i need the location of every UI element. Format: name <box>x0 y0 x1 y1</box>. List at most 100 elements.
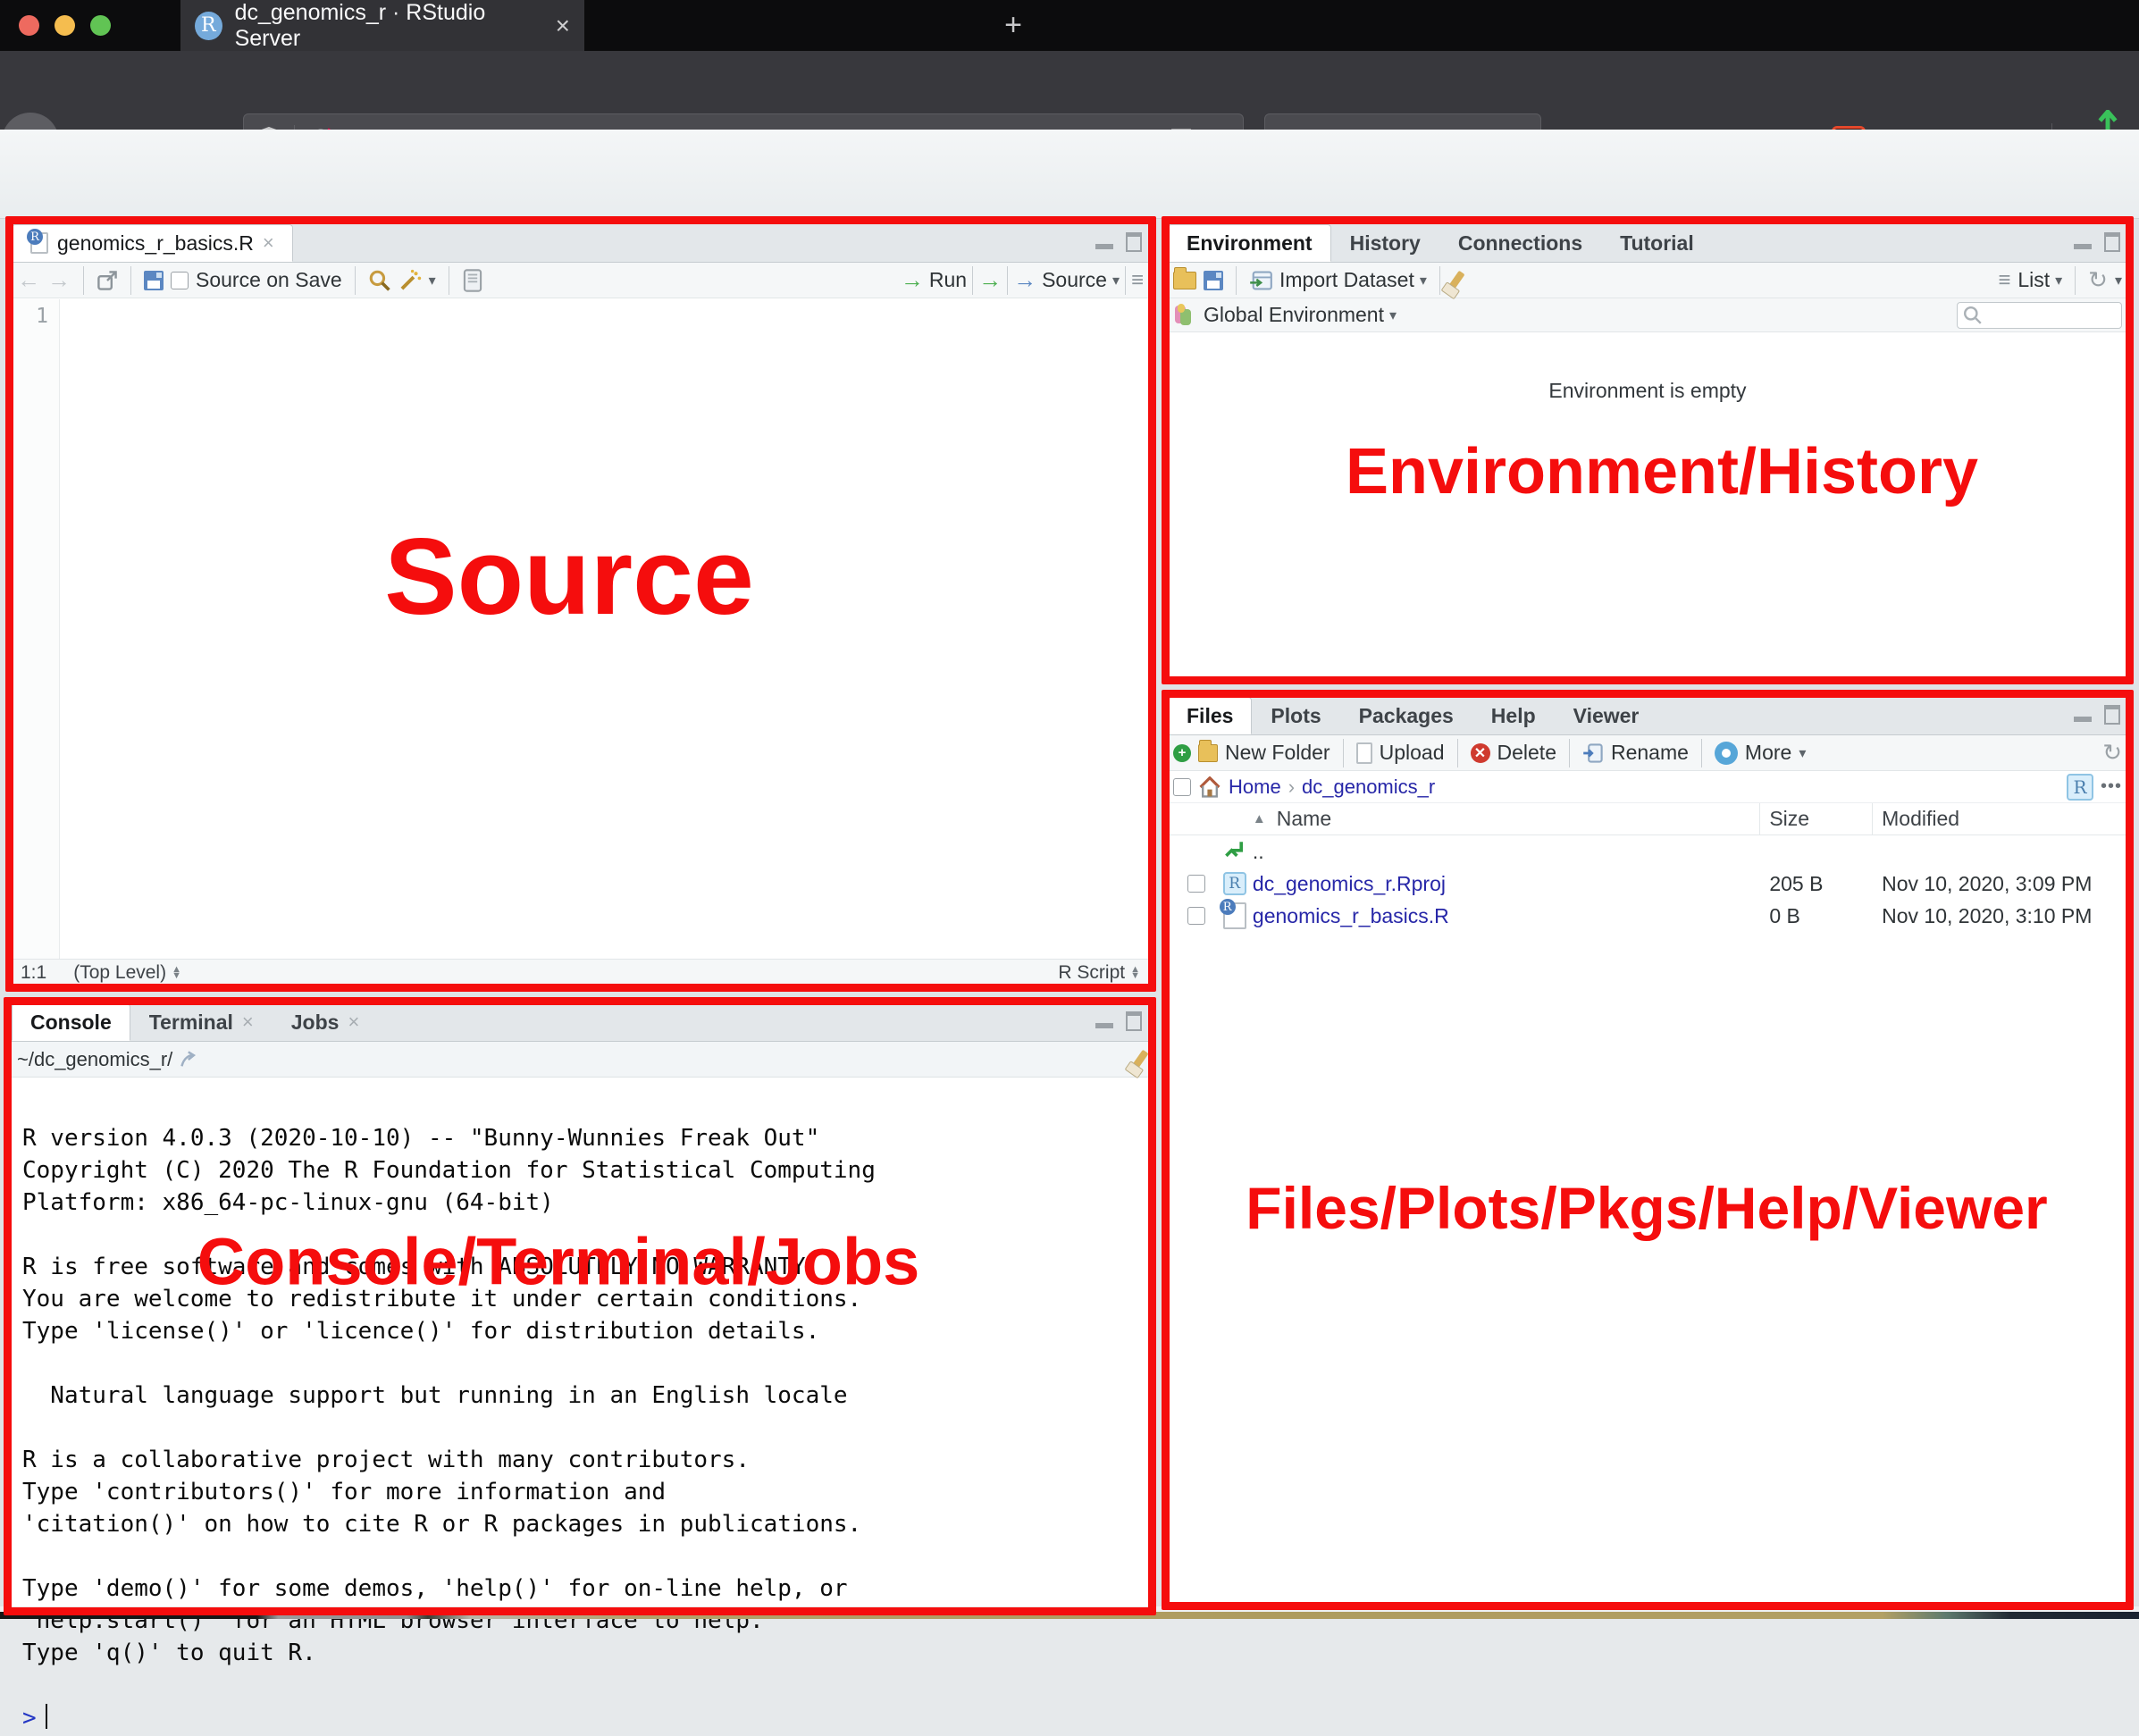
console-header: ~/dc_genomics_r/ <box>8 1042 1153 1078</box>
tab-console[interactable]: Console <box>12 1003 130 1041</box>
file-row-rproj[interactable]: R dc_genomics_r.Rproj 205 B Nov 10, 2020… <box>1164 868 2131 900</box>
clear-console-icon[interactable] <box>1131 1049 1148 1069</box>
window-minimize-button[interactable] <box>55 15 75 36</box>
console-line: Natural language support but running in … <box>22 1382 1153 1414</box>
console-line: R is a collaborative project with many c… <box>22 1447 1153 1479</box>
minimize-pane-button[interactable] <box>2074 708 2092 722</box>
cursor-position: 1:1 <box>21 962 46 984</box>
file-name[interactable]: .. <box>1253 840 1264 864</box>
column-modified[interactable]: Modified <box>1872 803 2131 835</box>
path-overflow-button[interactable]: ••• <box>2101 776 2122 797</box>
source-tab-close-icon[interactable]: × <box>263 231 274 255</box>
rename-button[interactable]: Rename <box>1582 741 1689 765</box>
tab-history[interactable]: History <box>1331 224 1439 262</box>
load-workspace-icon[interactable] <box>1173 272 1196 289</box>
refresh-environment-icon[interactable]: ↻ <box>2088 266 2108 294</box>
list-view-selector[interactable]: ≡ List ▾ <box>1998 268 2062 293</box>
filetype-selector[interactable]: R Script ▲▼ <box>1058 962 1140 984</box>
jobs-close-icon[interactable]: × <box>348 1011 359 1034</box>
environment-pane: Environment History Connections Tutorial… <box>1163 221 2132 682</box>
more-button[interactable]: More ▾ <box>1715 741 1806 765</box>
tab-tutorial[interactable]: Tutorial <box>1601 224 1713 262</box>
refresh-caret[interactable]: ▾ <box>2115 272 2122 289</box>
tab-close-icon[interactable]: × <box>556 12 570 40</box>
file-checkbox[interactable] <box>1187 907 1205 925</box>
line-number: 1 <box>36 305 48 328</box>
file-name[interactable]: genomics_r_basics.R <box>1253 904 1449 928</box>
run-label: Run <box>929 268 967 292</box>
breadcrumb-separator: › <box>1288 776 1295 799</box>
tab-environment[interactable]: Environment <box>1168 224 1331 262</box>
source-button[interactable]: → Source ▾ <box>1013 266 1120 294</box>
environment-scope-selector[interactable]: Global Environment ▾ <box>1204 303 1397 327</box>
open-in-window-icon[interactable] <box>96 270 118 291</box>
new-tab-button[interactable]: + <box>994 7 1033 43</box>
console-line: Type 'demo()' for some demos, 'help()' f… <box>22 1575 1153 1607</box>
tab-files[interactable]: Files <box>1168 697 1252 734</box>
project-context-icon: R <box>2067 774 2093 801</box>
import-dataset-button[interactable]: Import Dataset ▾ <box>1279 268 1427 292</box>
maximize-pane-button[interactable] <box>1126 1011 1142 1031</box>
desktop-strip <box>0 1612 2139 1619</box>
breadcrumb-project[interactable]: dc_genomics_r <box>1302 776 1435 799</box>
file-checkbox[interactable] <box>1187 875 1205 893</box>
import-dataset-icon[interactable] <box>1249 270 1272 291</box>
environment-search-box[interactable] <box>1957 302 2122 329</box>
source-on-save-checkbox[interactable] <box>171 272 189 289</box>
goto-directory-icon[interactable] <box>180 1051 199 1069</box>
editor-gutter: 1 <box>8 299 60 959</box>
console-line: Type 'q()' to quit R. <box>22 1640 1153 1672</box>
select-all-checkbox[interactable] <box>1173 778 1191 796</box>
rerun-icon[interactable]: → <box>978 266 1002 294</box>
tab-title: dc_genomics_r · RStudio Server <box>235 0 543 52</box>
tab-help[interactable]: Help <box>1472 697 1555 734</box>
source-pane: genomics_r_basics.R × ← → Source on Save… <box>7 221 1153 986</box>
document-outline-icon[interactable]: ≡ <box>1131 268 1144 293</box>
find-replace-icon[interactable] <box>368 269 391 292</box>
nav-forward-icon[interactable]: → <box>47 266 71 294</box>
maximize-pane-button[interactable] <box>2104 232 2120 252</box>
browser-tab[interactable]: R dc_genomics_r · RStudio Server × <box>180 0 584 51</box>
file-row-up[interactable]: .. <box>1164 835 2131 868</box>
source-file-tab[interactable]: genomics_r_basics.R × <box>12 224 293 262</box>
editor-area[interactable] <box>60 299 1153 959</box>
file-row-rscript[interactable]: genomics_r_basics.R 0 B Nov 10, 2020, 3:… <box>1164 900 2131 932</box>
code-tools-wand-icon[interactable] <box>398 269 422 292</box>
nav-back-icon[interactable]: ← <box>17 266 40 294</box>
minimize-pane-button[interactable] <box>1095 235 1113 249</box>
console-line: Platform: x86_64-pc-linux-gnu (64-bit) <box>22 1189 1153 1221</box>
clear-environment-icon[interactable] <box>1447 270 1464 290</box>
console-output[interactable]: R version 4.0.3 (2020-10-10) -- "Bunny-W… <box>8 1114 1153 1614</box>
save-source-button[interactable] <box>144 271 164 290</box>
delete-button[interactable]: ✕ Delete <box>1471 741 1556 765</box>
console-line: R is free software and comes with ABSOLU… <box>22 1254 1153 1286</box>
run-button[interactable]: → Run <box>901 266 967 294</box>
maximize-pane-button[interactable] <box>1126 232 1142 252</box>
tab-jobs[interactable]: Jobs× <box>273 1003 379 1041</box>
save-workspace-icon[interactable] <box>1204 271 1223 290</box>
tab-viewer[interactable]: Viewer <box>1555 697 1658 734</box>
tab-connections[interactable]: Connections <box>1439 224 1601 262</box>
tab-packages[interactable]: Packages <box>1340 697 1472 734</box>
column-size[interactable]: Size <box>1759 803 1872 835</box>
refresh-files-icon[interactable]: ↻ <box>2102 739 2122 767</box>
upload-button[interactable]: Upload <box>1356 741 1445 765</box>
tab-terminal[interactable]: Terminal× <box>130 1003 273 1041</box>
new-folder-button[interactable]: + New Folder <box>1173 741 1330 765</box>
files-toolbar: + New Folder Upload ✕ Delete Rename More… <box>1164 735 2131 771</box>
wand-caret[interactable]: ▾ <box>429 272 436 289</box>
file-name[interactable]: dc_genomics_r.Rproj <box>1253 872 1446 896</box>
compile-notebook-icon[interactable] <box>462 269 483 292</box>
breadcrumb-home[interactable]: Home <box>1229 776 1281 799</box>
tab-plots[interactable]: Plots <box>1252 697 1339 734</box>
minimize-pane-button[interactable] <box>1095 1014 1113 1028</box>
window-close-button[interactable] <box>19 15 39 36</box>
maximize-pane-button[interactable] <box>2104 705 2120 725</box>
minimize-pane-button[interactable] <box>2074 235 2092 249</box>
column-name[interactable]: ▲ Name <box>1253 807 1759 831</box>
console-line: Type 'license()' or 'licence()' for dist… <box>22 1318 1153 1350</box>
terminal-close-icon[interactable]: × <box>242 1011 254 1034</box>
scope-selector[interactable]: (Top Level) ▲▼ <box>73 962 181 984</box>
source-toolbar: ← → Source on Save ▾ → Run → → Source ▾ <box>8 263 1153 298</box>
window-zoom-button[interactable] <box>90 15 111 36</box>
